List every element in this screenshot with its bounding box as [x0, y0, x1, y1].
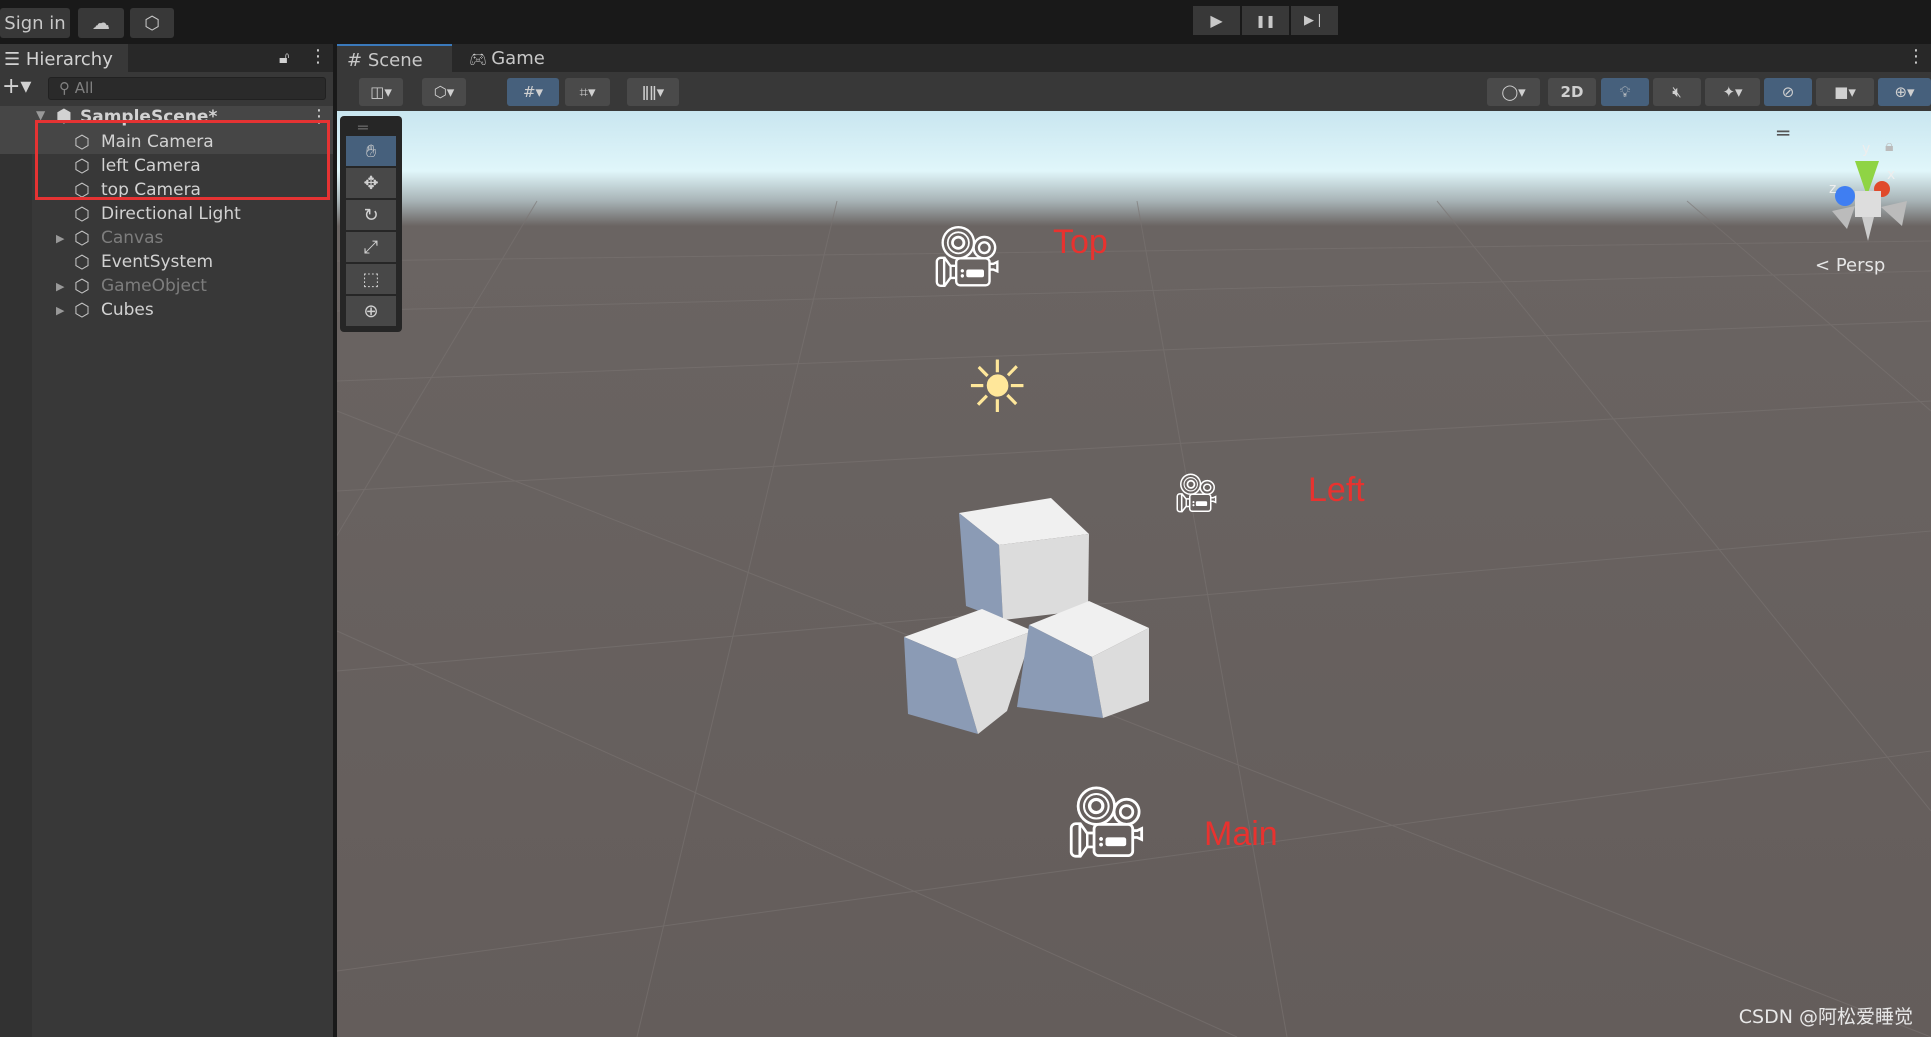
orientation-gizmo[interactable]: y x z: [1807, 131, 1917, 241]
hierarchy-item[interactable]: ▶ ⬡ Cubes: [0, 298, 333, 322]
grid-icon: #: [347, 50, 368, 71]
hierarchy-item[interactable]: ⬡ Directional Light: [0, 202, 333, 226]
hierarchy-item[interactable]: ▶ ⬡ GameObject: [0, 274, 333, 298]
drag-handle-icon[interactable]: ═: [358, 118, 368, 137]
expand-arrow-icon[interactable]: ▶: [56, 280, 64, 293]
left-camera-icon[interactable]: 🎥︎: [1172, 471, 1220, 516]
collab-icon[interactable]: ⬡: [130, 8, 174, 38]
scene-view[interactable]: ═ 🔒︎ y x z < Persp 🎥︎ 🎥︎ 🎥︎ ☀ Top Left M…: [337, 111, 1931, 1037]
hand-tool-icon[interactable]: ✋︎: [346, 136, 396, 166]
main-camera-icon[interactable]: 🎥︎: [1062, 781, 1151, 864]
tools-overlay: ═ ✋︎ ✥ ↻ ⤢ ⬚ ⊕: [340, 116, 402, 332]
hierarchy-title: Hierarchy: [25, 49, 113, 70]
item-label: Cubes: [101, 300, 154, 320]
directional-light-icon[interactable]: ☀: [965, 351, 1030, 423]
rect-tool-icon[interactable]: ⬚: [346, 264, 396, 294]
shading-mode-button[interactable]: ◯▾: [1487, 78, 1540, 106]
tab-scene[interactable]: # Scene: [337, 44, 452, 72]
cloud-icon[interactable]: ☁: [78, 8, 124, 38]
effects-button[interactable]: ✦▾: [1705, 78, 1760, 106]
gameobject-icon: ⬡: [74, 251, 90, 273]
play-button[interactable]: ▶: [1193, 6, 1240, 35]
tab-game[interactable]: 🎮︎ Game: [459, 44, 555, 72]
item-label: EventSystem: [101, 252, 214, 272]
item-label: GameObject: [101, 276, 207, 296]
camera-settings-button[interactable]: ■▾: [1816, 78, 1874, 106]
hierarchy-item[interactable]: ▶ ⬡ Canvas: [0, 226, 333, 250]
sign-in-button[interactable]: Sign in: [0, 8, 70, 38]
move-tool-icon[interactable]: ✥: [346, 168, 396, 198]
transform-tool-icon[interactable]: ⊕: [346, 296, 396, 326]
scene-toolbar: ◫▾ ⬡▾ #▾ ⌗▾ ǁǁ▾ ◯▾ 2D 💡︎ 🔇︎ ✦▾ ⊘ ■▾ ⊕▾: [337, 72, 1931, 111]
menu-icon: ☰: [4, 49, 26, 70]
search-placeholder: All: [74, 79, 94, 97]
expand-arrow-icon[interactable]: ▶: [56, 304, 64, 317]
scale-tool-icon[interactable]: ⤢: [346, 232, 396, 262]
step-button[interactable]: ▶❘: [1291, 6, 1338, 35]
gameobject-icon: ⬡: [74, 227, 90, 249]
gameobject-icon: ⬡: [74, 203, 90, 225]
hierarchy-tab[interactable]: ☰ Hierarchy: [0, 44, 128, 72]
top-bar: Sign in ☁ ⬡ ▶ ❚❚ ▶❘: [0, 0, 1931, 44]
increment-snap-button[interactable]: ǁǁ▾: [627, 78, 679, 106]
lock-icon[interactable]: 🔓︎: [279, 48, 289, 68]
axis-z-label: z: [1829, 181, 1836, 197]
gizmo-mode-button[interactable]: ⬡▾: [422, 78, 466, 106]
search-input[interactable]: ⚲ All: [48, 77, 326, 100]
projection-toggle[interactable]: < Persp: [1815, 255, 1885, 276]
gameobject-icon: ⬡: [74, 299, 90, 321]
item-label: Directional Light: [101, 204, 241, 224]
lighting-toggle-icon[interactable]: 💡︎: [1601, 78, 1649, 106]
annotation-top: Top: [1053, 223, 1108, 261]
pause-button[interactable]: ❚❚: [1242, 6, 1289, 35]
more-icon[interactable]: ⋮: [1907, 46, 1925, 67]
hidden-objects-icon[interactable]: ⊘: [1764, 78, 1812, 106]
gamepad-icon: 🎮︎: [469, 52, 492, 68]
tab-label: Scene: [367, 50, 423, 71]
more-icon[interactable]: ⋮: [309, 46, 327, 67]
cubes-mesh: [904, 498, 1149, 734]
audio-mute-icon[interactable]: 🔇︎: [1653, 78, 1701, 106]
ground-grid: [337, 200, 1931, 1037]
projection-label: Persp: [1835, 255, 1886, 276]
grid-snap-button[interactable]: #▾: [507, 78, 559, 106]
add-button[interactable]: +▾: [2, 74, 31, 99]
axis-y-label: y: [1862, 141, 1870, 157]
annotation-main: Main: [1204, 815, 1278, 853]
top-camera-icon[interactable]: 🎥︎: [929, 221, 1005, 292]
overlay-handle-icon[interactable]: ═: [1777, 121, 1789, 145]
gizmos-button[interactable]: ⊕▾: [1878, 78, 1931, 106]
rotate-tool-icon[interactable]: ↻: [346, 200, 396, 230]
2d-toggle[interactable]: 2D: [1548, 78, 1596, 106]
annotation-highlight-box: [35, 120, 330, 200]
draw-mode-button[interactable]: ◫▾: [359, 78, 403, 106]
hierarchy-item[interactable]: ⬡ EventSystem: [0, 250, 333, 274]
expand-arrow-icon[interactable]: ▶: [56, 232, 64, 245]
annotation-left: Left: [1308, 471, 1365, 509]
snap-button[interactable]: ⌗▾: [565, 78, 610, 106]
axis-x-label: x: [1887, 167, 1895, 183]
tab-label: Game: [491, 48, 545, 69]
gameobject-icon: ⬡: [74, 275, 90, 297]
watermark: CSDN @阿松爱睡觉: [1738, 1006, 1913, 1028]
item-label: Canvas: [101, 228, 164, 248]
view-tabs: # Scene 🎮︎ Game ⋮: [337, 44, 1931, 72]
